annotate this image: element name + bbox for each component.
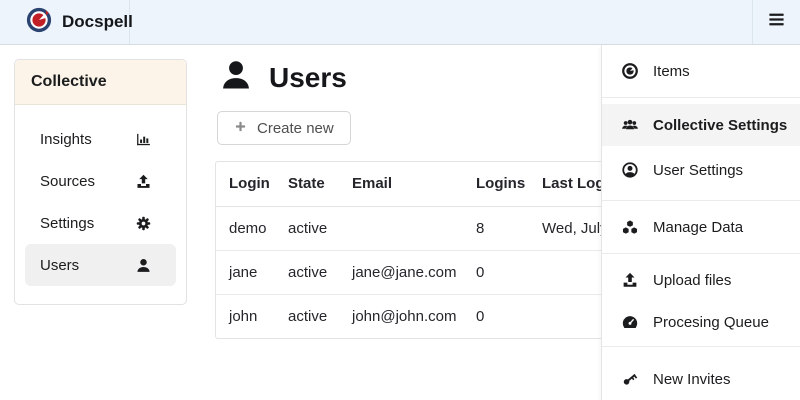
key-icon [619, 370, 641, 388]
sidebar-item-label: Settings [40, 215, 94, 232]
cell-logins: 0 [463, 250, 529, 294]
user-circle-icon [619, 161, 641, 179]
cell-login: jane [216, 250, 275, 294]
cell-login: john [216, 294, 275, 338]
menu-item-label: Upload files [653, 272, 731, 289]
menu-group: New Invites [602, 346, 800, 400]
docspell-app: Docspell Collective Insights [0, 0, 800, 400]
sidebar-item-label: Insights [40, 131, 92, 148]
menu-item-collective-settings[interactable]: Collective Settings [602, 104, 800, 146]
col-logins: Logins [463, 162, 529, 206]
menu-group: Items [602, 45, 800, 97]
hamburger-menu-button[interactable] [752, 0, 800, 44]
user-icon [135, 257, 152, 274]
create-new-label: Create new [257, 120, 334, 137]
app-dropdown-menu: Items Collective Settings [601, 45, 800, 400]
menu-group: Collective Settings User Settings [602, 97, 800, 200]
cell-state: active [275, 294, 339, 338]
top-bar: Docspell [0, 0, 800, 45]
menu-item-label: User Settings [653, 162, 743, 179]
create-new-button[interactable]: Create new [217, 111, 351, 145]
menu-item-user-settings[interactable]: User Settings [602, 146, 800, 194]
docspell-logo-icon [26, 7, 52, 38]
cell-login: demo [216, 206, 275, 250]
menu-item-label: Procesing Queue [653, 314, 769, 331]
sidebar-item-label: Sources [40, 173, 95, 190]
sidebar-item-users[interactable]: Users [25, 244, 176, 286]
chart-bar-icon [135, 131, 152, 148]
sidebar-item-sources[interactable]: Sources [25, 160, 176, 202]
page-title-text: Users [269, 62, 347, 94]
col-state: State [275, 162, 339, 206]
sidebar-item-insights[interactable]: Insights [25, 118, 176, 160]
cell-email: jane@jane.com [339, 250, 463, 294]
menu-item-manage-data[interactable]: Manage Data [602, 203, 800, 251]
tachometer-icon [619, 313, 641, 331]
col-email: Email [339, 162, 463, 206]
sidebar-item-label: Users [40, 257, 79, 274]
menu-group: Manage Data [602, 200, 800, 253]
cubes-icon [619, 218, 641, 236]
hamburger-icon [767, 10, 786, 34]
upload-icon [619, 271, 641, 289]
docspell-logo-icon [619, 62, 641, 80]
col-login: Login [216, 162, 275, 206]
users-group-icon [619, 116, 641, 134]
cell-email: john@john.com [339, 294, 463, 338]
upload-icon [135, 173, 152, 190]
menu-group: Upload files Procesing Queue [602, 253, 800, 346]
cell-logins: 0 [463, 294, 529, 338]
sidebar-list: Insights Sources [15, 105, 186, 304]
gear-icon [135, 215, 152, 232]
user-icon [218, 57, 254, 98]
menu-item-processing-queue[interactable]: Procesing Queue [602, 302, 800, 342]
cell-logins: 8 [463, 206, 529, 250]
menu-item-label: Items [653, 63, 690, 80]
cell-email [339, 206, 463, 250]
sidebar-item-settings[interactable]: Settings [25, 202, 176, 244]
brand-title: Docspell [62, 12, 133, 32]
cell-state: active [275, 206, 339, 250]
collective-menu-card: Collective Insights Sources [14, 59, 187, 305]
brand-home-link[interactable]: Docspell [0, 0, 130, 44]
menu-item-new-invites[interactable]: New Invites [602, 355, 800, 400]
sidebar-header: Collective [15, 60, 186, 105]
cell-state: active [275, 250, 339, 294]
menu-item-label: New Invites [653, 371, 731, 388]
menu-item-label: Manage Data [653, 219, 743, 236]
menu-item-items[interactable]: Items [602, 45, 800, 97]
menu-item-upload-files[interactable]: Upload files [602, 258, 800, 302]
menu-item-label: Collective Settings [653, 117, 787, 134]
plus-icon [234, 120, 247, 137]
page-title: Users [218, 57, 347, 98]
